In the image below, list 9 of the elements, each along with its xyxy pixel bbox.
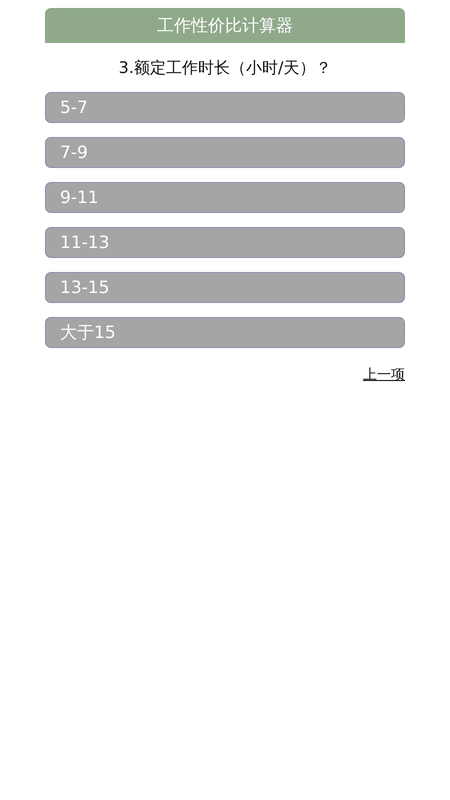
- answer-option[interactable]: 5-7: [45, 92, 405, 123]
- answer-option[interactable]: 7-9: [45, 137, 405, 168]
- answer-option[interactable]: 11-13: [45, 227, 405, 258]
- question-text: 3.额定工作时长（小时/天）？: [118, 58, 332, 79]
- answer-option[interactable]: 9-11: [45, 182, 405, 213]
- previous-link[interactable]: 上一项: [363, 366, 405, 384]
- answer-option[interactable]: 13-15: [45, 272, 405, 303]
- answer-option[interactable]: 大于15: [45, 317, 405, 348]
- header-bar: 工作性价比计算器: [45, 8, 405, 43]
